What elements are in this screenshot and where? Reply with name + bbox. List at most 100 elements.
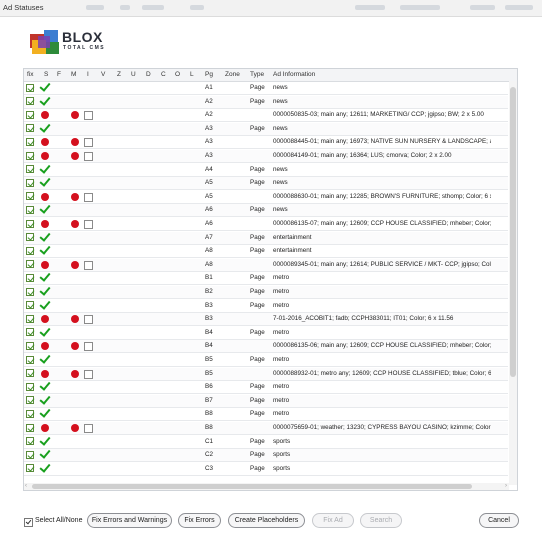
col-l[interactable]: L [190, 71, 194, 78]
scroll-right-icon[interactable]: › [505, 483, 507, 489]
table-row[interactable]: A3 0000084149-01; main any; 16364; LUS; c… [24, 150, 508, 163]
fix-checkbox[interactable] [26, 301, 34, 310]
fix-checkbox[interactable] [26, 287, 34, 296]
fix-checkbox[interactable] [26, 205, 34, 214]
table-row[interactable]: B3 Page metro [24, 299, 508, 313]
table-row[interactable]: C3 Page sports [24, 462, 508, 476]
fix-checkbox[interactable] [26, 97, 34, 106]
table-row[interactable]: A8 0000089345-01; main any; 12614; PUBLIC… [24, 258, 508, 272]
horizontal-scroll-thumb[interactable] [32, 484, 472, 489]
table-row[interactable]: A4 Page news [24, 163, 508, 177]
col-m[interactable]: M [71, 71, 76, 78]
table-row[interactable]: A2 0000050835-03; main any; 12611; MARKET… [24, 109, 508, 123]
cell-pg: A3 [205, 124, 213, 132]
col-v[interactable]: V [101, 71, 105, 78]
fix-checkbox[interactable] [26, 83, 34, 92]
horizontal-scrollbar[interactable]: ‹ › [24, 483, 509, 490]
fix-checkbox[interactable] [26, 382, 34, 391]
status-ok-check-icon [40, 232, 48, 242]
col-fix[interactable]: fix [27, 71, 34, 78]
cell-type: Page [250, 356, 265, 363]
fix-checkbox[interactable] [26, 260, 34, 269]
table-row[interactable]: B6 Page metro [24, 381, 508, 395]
fix-checkbox[interactable] [26, 396, 34, 405]
fix-checkbox[interactable] [26, 124, 34, 133]
table-row[interactable]: B1 Page metro [24, 272, 508, 286]
table-row[interactable]: B2 Page metro [24, 286, 508, 299]
fix-checkbox[interactable] [26, 219, 34, 228]
vertical-scroll-thumb[interactable] [510, 87, 516, 377]
fix-checkbox[interactable] [26, 328, 34, 337]
table-row[interactable]: A8 Page entertainment [24, 245, 508, 259]
logo-wordmark: BLOX [62, 29, 103, 45]
col-ad-information[interactable]: Ad Information [273, 71, 315, 78]
cell-ad-information: news [273, 84, 288, 91]
col-u[interactable]: U [131, 71, 136, 78]
table-row[interactable]: A5 Page news [24, 177, 508, 191]
m-error-dot-icon [71, 342, 79, 351]
status-ok-check-icon [40, 177, 48, 187]
table-row[interactable]: A3 Page news [24, 122, 508, 136]
table-row[interactable]: A2 Page news [24, 95, 508, 109]
fix-checkbox[interactable] [26, 192, 34, 201]
col-o[interactable]: O [175, 71, 180, 78]
table-row[interactable]: A6 0000086135-07; main any; 12609; CCP HO… [24, 218, 508, 231]
fix-checkbox[interactable] [26, 369, 34, 378]
fix-checkbox[interactable] [26, 314, 34, 323]
table-row[interactable]: A6 Page news [24, 204, 508, 218]
table-row[interactable]: B8 0000075659-01; weather; 13230; CYPRESS… [24, 422, 508, 435]
table-row[interactable]: B5 Page metro [24, 354, 508, 367]
table-row[interactable]: B5 0000088932-01; metro any; 12609; CCP H… [24, 367, 508, 381]
search-button[interactable]: Search [360, 513, 402, 528]
status-ok-check-icon [40, 286, 48, 296]
col-f[interactable]: F [57, 71, 61, 78]
select-all-checkbox[interactable] [24, 518, 33, 527]
status-error-dot-icon [41, 192, 49, 201]
cancel-button[interactable]: Cancel [479, 513, 519, 528]
fix-checkbox[interactable] [26, 273, 34, 282]
fix-checkbox[interactable] [26, 464, 34, 473]
table-row[interactable]: A5 0000088630-01; main any; 12285; BROWN'… [24, 190, 508, 204]
col-zone[interactable]: Zone [225, 71, 240, 78]
fix-ad-button[interactable]: Fix Ad [312, 513, 354, 528]
fix-checkbox[interactable] [26, 137, 34, 146]
col-i[interactable]: I [87, 71, 89, 78]
table-row[interactable]: A7 Page entertainment [24, 231, 508, 245]
cell-ad-information: 0000086135-06; main any; 12609; CCP HOUS… [273, 342, 491, 350]
table-row[interactable]: A1 Page news [24, 82, 508, 95]
fix-checkbox[interactable] [26, 341, 34, 350]
table-row[interactable]: A3 0000088445-01; main any; 16973; NATIVE… [24, 136, 508, 150]
col-d[interactable]: D [146, 71, 151, 78]
fix-checkbox[interactable] [26, 246, 34, 255]
table-row[interactable]: B4 0000086135-06; main any; 12609; CCP HO… [24, 340, 508, 354]
fix-checkbox[interactable] [26, 151, 34, 160]
vertical-scrollbar[interactable] [509, 81, 517, 485]
fix-checkbox[interactable] [26, 423, 34, 432]
create-placeholders-button[interactable]: Create Placeholders [228, 513, 305, 528]
fix-checkbox[interactable] [26, 450, 34, 459]
fix-errors-button[interactable]: Fix Errors [178, 513, 221, 528]
table-row[interactable]: B8 Page metro [24, 408, 508, 422]
select-all-label[interactable]: Select All/None [35, 517, 82, 524]
table-row[interactable]: C2 Page sports [24, 449, 508, 463]
col-type[interactable]: Type [250, 71, 264, 78]
fix-checkbox[interactable] [26, 165, 34, 174]
table-row[interactable]: B7 Page metro [24, 394, 508, 408]
table-row[interactable]: B3 7-01-2016_ACOBIT1; fadb; CCPH383011; I… [24, 313, 508, 327]
col-c[interactable]: C [161, 71, 166, 78]
i-empty-box-icon [84, 192, 93, 202]
scroll-left-icon[interactable]: ‹ [25, 483, 27, 489]
i-empty-box-icon [84, 315, 93, 325]
table-row[interactable]: B4 Page metro [24, 326, 508, 340]
fix-checkbox[interactable] [26, 233, 34, 242]
fix-errors-and-warnings-button[interactable]: Fix Errors and Warnings [87, 513, 172, 528]
table-row[interactable]: C1 Page sports [24, 435, 508, 449]
fix-checkbox[interactable] [26, 110, 34, 119]
fix-checkbox[interactable] [26, 178, 34, 187]
col-pg[interactable]: Pg [205, 71, 213, 78]
fix-checkbox[interactable] [26, 409, 34, 418]
fix-checkbox[interactable] [26, 437, 34, 446]
col-z[interactable]: Z [117, 71, 121, 78]
fix-checkbox[interactable] [26, 355, 34, 364]
col-s[interactable]: S [44, 71, 48, 78]
